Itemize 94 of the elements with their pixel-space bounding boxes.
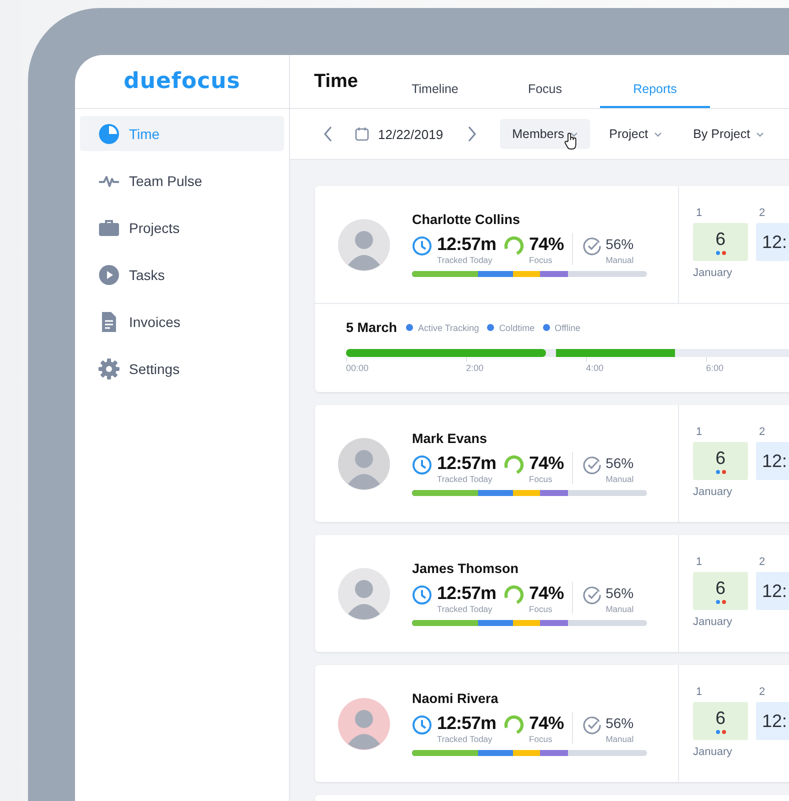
tab[interactable]: Timeline: [380, 82, 490, 108]
stat-label: Manual: [606, 734, 634, 744]
focus-percent: 74%: [529, 712, 564, 734]
clock-icon: [412, 715, 432, 735]
clock-icon: [412, 236, 432, 256]
play-icon: [98, 264, 120, 286]
avatar-silhouette: [338, 218, 390, 270]
day-number: 1: [695, 556, 704, 568]
stat-label: Focus: [529, 255, 554, 265]
calendar-icon[interactable]: [355, 127, 369, 141]
member-name: Mark Evans: [412, 431, 488, 446]
focus-ring-icon: [504, 455, 524, 475]
avatar-silhouette: [338, 438, 390, 490]
focus-ring-icon: [504, 585, 524, 605]
logo: duefocus: [124, 69, 240, 94]
timeline-date: 5 March: [346, 320, 398, 335]
calendar-cell[interactable]: 6: [693, 572, 748, 610]
member-name: Charlotte Collins: [412, 212, 522, 227]
tab[interactable]: Focus: [490, 82, 600, 108]
day-number: 2: [758, 426, 766, 438]
caret-icon: [654, 132, 662, 136]
legend-label: Offline: [554, 322, 580, 332]
stat-label: Focus: [529, 604, 554, 614]
sidebar-item[interactable]: Invoices: [80, 304, 284, 339]
stat-label: Focus: [529, 474, 554, 484]
pie-chart-icon: [98, 122, 120, 144]
avatar-silhouette: [338, 568, 390, 620]
focus-percent: 74%: [529, 582, 564, 604]
clock-icon: [412, 455, 432, 475]
day-number: 2: [758, 686, 766, 698]
legend-label: Coldtime: [499, 322, 535, 332]
stat-label: Manual: [606, 604, 634, 614]
calendar-cell[interactable]: 6: [693, 223, 748, 261]
day-number: 2: [758, 207, 766, 219]
sidebar-item[interactable]: Settings: [80, 351, 284, 386]
tracked-time: 12:57m: [437, 452, 496, 474]
day-number: 2: [758, 556, 766, 568]
filter-dropdown[interactable]: Members: [500, 119, 590, 149]
time-tick-label: 6:00: [706, 363, 725, 373]
page-title: Time: [313, 70, 360, 94]
month-label: January: [693, 486, 734, 498]
sidebar-item[interactable]: Tasks: [80, 257, 284, 292]
manual-percent: 56%: [606, 714, 634, 733]
stat-label: Tracked Today: [437, 255, 494, 265]
calendar-cell[interactable]: 12:: [756, 702, 789, 740]
calendar-cell[interactable]: 12:: [756, 442, 789, 480]
caret-icon: [756, 132, 764, 136]
month-label: January: [693, 746, 734, 758]
day-number: 1: [695, 686, 704, 698]
month-label: January: [693, 267, 734, 279]
check-circle-icon: [582, 236, 602, 256]
manual-percent: 56%: [606, 235, 634, 254]
previous-chevron-icon[interactable]: [323, 126, 333, 142]
caret-icon: [570, 132, 578, 136]
focus-percent: 74%: [529, 452, 564, 474]
day-number: 1: [695, 426, 704, 438]
filter-dropdown[interactable]: By Project: [681, 119, 776, 149]
month-label: January: [693, 616, 734, 628]
day-number: 1: [695, 207, 704, 219]
focus-percent: 74%: [529, 233, 564, 255]
time-tick-label: 2:00: [466, 363, 485, 373]
check-circle-icon: [582, 715, 602, 735]
tracked-time: 12:57m: [437, 233, 496, 255]
check-circle-icon: [582, 455, 602, 475]
date-label: 12/22/2019: [378, 126, 444, 142]
stat-label: Focus: [529, 734, 554, 744]
clock-icon: [412, 585, 432, 605]
member-name: James Thomson: [412, 561, 520, 576]
calendar-cell[interactable]: 6: [693, 702, 748, 740]
calendar-cell[interactable]: 12:: [756, 223, 789, 261]
time-tick-label: 00:00: [346, 363, 370, 373]
avatar-silhouette: [338, 698, 390, 750]
next-chevron-icon[interactable]: [467, 126, 478, 142]
sidebar-item[interactable]: Team Pulse: [80, 163, 284, 198]
stat-label: Manual: [606, 255, 634, 265]
stat-label: Tracked Today: [437, 734, 494, 744]
hand-cursor-icon: [564, 132, 578, 150]
sidebar-item[interactable]: Projects: [80, 210, 284, 245]
stat-label: Manual: [606, 474, 634, 484]
time-tick-label: 4:00: [586, 363, 605, 373]
tracked-time: 12:57m: [437, 582, 496, 604]
focus-ring-icon: [504, 715, 524, 735]
manual-percent: 56%: [606, 584, 634, 603]
focus-ring-icon: [504, 236, 524, 256]
check-circle-icon: [582, 585, 602, 605]
legend-label: Active Tracking: [418, 322, 480, 332]
manual-percent: 56%: [606, 454, 634, 473]
stat-label: Tracked Today: [437, 474, 494, 484]
filter-dropdown[interactable]: Project: [597, 119, 674, 149]
tracked-time: 12:57m: [437, 712, 496, 734]
calendar-cell[interactable]: 12:: [756, 572, 789, 610]
calendar-cell[interactable]: 6: [693, 442, 748, 480]
stat-label: Tracked Today: [437, 604, 494, 614]
member-name: Naomi Rivera: [412, 691, 500, 706]
